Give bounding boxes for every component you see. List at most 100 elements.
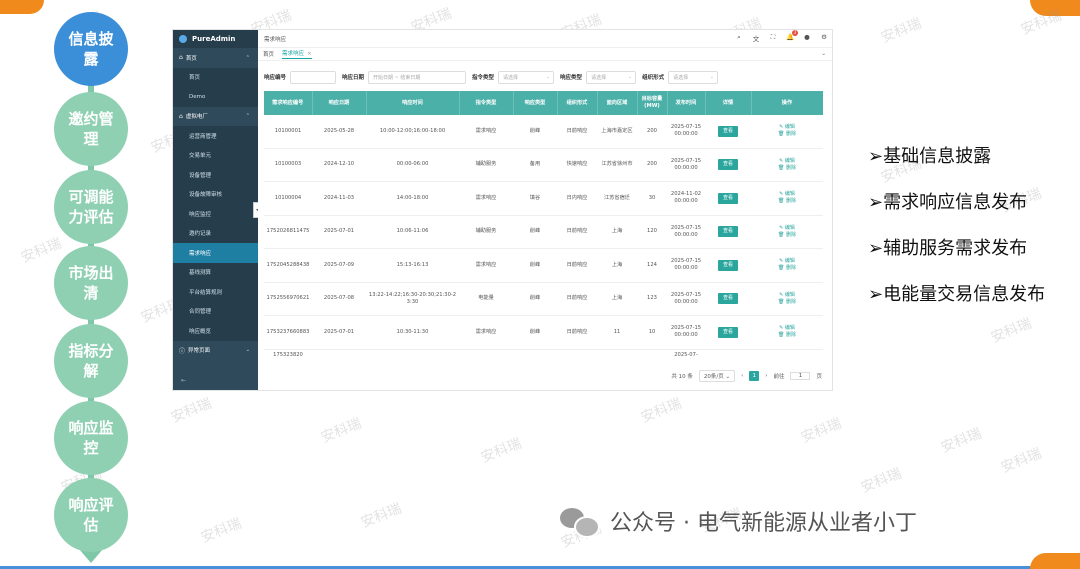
sidebar-item[interactable]: 响应概览 [173, 321, 258, 341]
table-cell: 2025-07-15 00:00:00 [667, 315, 705, 350]
avatar[interactable]: ● [803, 33, 811, 43]
tag-tab[interactable]: 首页 [263, 50, 274, 58]
filter-input[interactable]: 请选择 ⌄ [668, 70, 719, 84]
chevron-down-icon[interactable]: ⌄ [821, 51, 826, 57]
column-header[interactable]: 指令类型 [459, 91, 514, 115]
delete-button[interactable]: 🗑 删除 [753, 198, 821, 205]
step-4[interactable]: 指标分解 [54, 324, 128, 398]
column-header[interactable]: 响应时间 [366, 91, 460, 115]
delete-button[interactable]: 🗑 删除 [753, 265, 821, 272]
delete-button[interactable]: 🗑 删除 [753, 232, 821, 239]
edit-button[interactable]: ✎ 编辑 [753, 292, 821, 299]
sidebar-item[interactable]: 邀约记录 [173, 223, 258, 243]
sidebar-item[interactable]: 需求响应 [173, 243, 258, 263]
gear-icon[interactable]: ⚙ [820, 33, 828, 43]
next-page-button[interactable]: › [765, 373, 767, 379]
table-row[interactable]: 1753237660883 2025-07-01 10:30-11:30 需求响应 削峰… [264, 315, 823, 350]
column-header[interactable]: 需求响应编号 [264, 91, 313, 115]
filter-input[interactable]: 请选择 ⌄ [586, 70, 637, 84]
sidebar-item-label: 异常页面 [188, 348, 211, 355]
table-cell: 124 [637, 248, 667, 283]
table-row[interactable]: 1752026811475 2025-07-01 10:06-11:06 辅助服务 削峰… [264, 215, 823, 249]
edit-button[interactable]: ✎ 编辑 [753, 225, 821, 232]
table-row[interactable]: 10100001 2025-05-28 10:00-12:00;16:00-18:0… [264, 115, 823, 149]
close-icon[interactable]: × [307, 51, 312, 57]
view-button[interactable]: 查看 [717, 293, 738, 305]
edit-button[interactable]: ✎ 编辑 [753, 158, 821, 165]
table-row[interactable]: 10100004 2024-11-03 14:00-18:00 需求响应 填谷 日内响应江… [264, 181, 823, 216]
step-5[interactable]: 响应监控 [54, 401, 128, 475]
view-button[interactable]: 查看 [717, 326, 738, 338]
table-cell: 2025-07-08 [312, 282, 366, 316]
table-row[interactable]: 175323820 2025-07- [264, 349, 823, 365]
table-cell: 10:06-11:06 [366, 215, 459, 249]
column-header[interactable]: 目标容量(MW) [637, 91, 668, 115]
prev-page-button[interactable]: ‹ [741, 373, 743, 379]
column-header[interactable]: 操作 [751, 91, 823, 115]
table-cell: 辅助服务 [459, 215, 513, 249]
bell-icon[interactable]: 🔔 3 [786, 30, 798, 43]
sidebar-item[interactable]: 运营商管理 [173, 126, 258, 146]
sidebar-item[interactable]: 响应监控 [173, 204, 258, 224]
sidebar-item-label: 需求响应 [189, 250, 212, 257]
sidebar-item[interactable]: 设备管理 [173, 165, 258, 185]
step-6[interactable]: 响应评估 [54, 478, 128, 552]
delete-button[interactable]: 🗑 删除 [753, 299, 821, 306]
delete-button[interactable]: 🗑 删除 [753, 332, 821, 339]
column-header[interactable]: 详情 [705, 91, 752, 115]
home-icon: ⌂ [179, 112, 183, 120]
column-header[interactable]: 组织形式 [557, 91, 598, 115]
delete-button[interactable]: 🗑 删除 [753, 165, 821, 172]
sidebar-footer-icon[interactable]: ⇤ [181, 377, 186, 384]
view-button[interactable]: 查看 [717, 125, 738, 137]
step-label: 指标分解 [68, 342, 114, 380]
sidebar-item[interactable]: 基线测算 [173, 262, 258, 282]
table-cell: 日内响应 [557, 181, 597, 216]
sidebar-item[interactable]: 首页 [173, 67, 258, 87]
delete-button[interactable]: 🗑 删除 [753, 131, 821, 138]
step-3[interactable]: 市场出清 [54, 246, 128, 320]
view-button[interactable]: 查看 [717, 259, 738, 271]
sidebar-group[interactable]: ⓘ 异常页面 ⌄ [173, 341, 258, 361]
view-button[interactable]: 查看 [717, 226, 738, 238]
filter-placeholder: 请选择 [591, 74, 607, 81]
step-0[interactable]: 信息披露 [54, 12, 128, 86]
column-header[interactable]: 响应日期 [312, 91, 367, 115]
table-container[interactable]: 需求响应编号 响应日期 响应时间 指令类型 响应类型 组织形式 面向区域 目标容量(MW) 发布… [264, 91, 823, 365]
table-cell: 日前响应 [557, 315, 597, 350]
sidebar-group[interactable]: ⌂ 虚拟电厂 ⌃ [173, 107, 258, 127]
filter-input[interactable] [290, 70, 337, 84]
filter-input[interactable]: 请选择 ⌄ [498, 70, 555, 84]
sidebar-item[interactable]: 设备故障审核 [173, 184, 258, 204]
step-2[interactable]: 可调能力评估 [54, 170, 128, 244]
view-button[interactable]: 查看 [717, 192, 738, 204]
filter-placeholder: 请选择 [503, 74, 519, 81]
filter-input[interactable]: 开始日期 ~ 结束日期 [368, 70, 467, 84]
step-1[interactable]: 邀约管理 [54, 92, 128, 166]
table-row[interactable]: 10100003 2024-12-10 00:00-06:00 辅助服务 备用 快速响应江… [264, 148, 823, 182]
column-header[interactable]: 发布时间 [667, 91, 706, 115]
wechat-logo-icon [560, 506, 600, 538]
sidebar-item[interactable]: 平台结算规则 [173, 282, 258, 302]
page-size-select[interactable]: 20条/页 ⌄ [698, 370, 736, 382]
translate-icon[interactable]: 文 [752, 33, 760, 43]
table-cell: 2025-07- [667, 349, 705, 365]
view-button[interactable]: 查看 [717, 159, 738, 171]
column-header[interactable]: 面向区域 [597, 91, 638, 115]
sidebar-item-label: 响应概览 [189, 328, 212, 335]
sidebar-item[interactable]: 合同管理 [173, 301, 258, 321]
page-button-current[interactable]: 1 [749, 371, 760, 381]
main-area: 需求响应 ⌕ 文 ⛶ 🔔 3 ● ⚙ ⌄ 首页 需求响应 × 响应编号 响应日期 开始日期 … [258, 30, 832, 390]
brand[interactable]: PureAdmin [173, 30, 258, 48]
sidebar-group[interactable]: ⌂ 首页 ⌃ [173, 48, 258, 68]
sidebar-item[interactable]: Demo [173, 87, 258, 107]
sidebar-item[interactable]: 交易单元 [173, 145, 258, 165]
tag-tab[interactable]: 需求响应 × [282, 49, 312, 59]
search-icon[interactable]: ⌕ [735, 33, 743, 43]
fullscreen-icon[interactable]: ⛶ [769, 33, 777, 43]
table-cell: 2025-07-15 00:00:00 [667, 282, 705, 316]
table-row[interactable]: 1752045288438 2025-07-09 15:13-16:13 需求响应 削峰… [264, 248, 823, 283]
column-header[interactable]: 响应类型 [513, 91, 558, 115]
goto-page-input[interactable]: 1 [790, 372, 811, 380]
table-row[interactable]: 1752556970621 2025-07-08 13:22-14:22;16:30… [264, 282, 823, 316]
